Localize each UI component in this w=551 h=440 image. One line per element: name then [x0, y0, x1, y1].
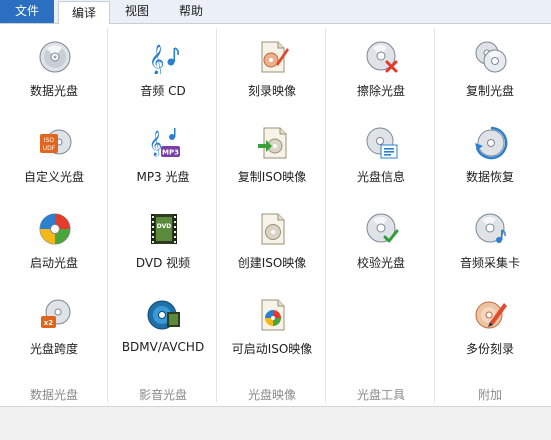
custom-disc-button[interactable]: ISO UDF 自定义光盘: [0, 110, 108, 196]
custom-disc-label: 自定义光盘: [23, 170, 84, 184]
boot-disc-button[interactable]: 启动光盘: [0, 196, 108, 282]
verify-disc-button[interactable]: 校验光盘: [327, 196, 435, 282]
audio-cd-icon: 𝄞: [149, 44, 179, 74]
group-data-disc: 数据光盘 ISO UDF 自定义光盘 启动光盘 x2 光盘跨度 数据光盘: [0, 24, 108, 406]
copy-iso-button[interactable]: 复制ISO映像: [218, 110, 326, 196]
disc-info-label: 光盘信息: [356, 170, 405, 184]
create-iso-button[interactable]: 创建ISO映像: [218, 196, 326, 282]
dvd-video-icon: DVD: [151, 214, 177, 244]
erase-disc-icon: [366, 41, 398, 73]
udf-badge-text: UDF: [43, 145, 56, 152]
mp3-disc-button[interactable]: 𝄞 MP3 MP3 光盘: [109, 110, 217, 196]
mp3-disc-label: MP3 光盘: [136, 170, 190, 184]
data-disc-label: 数据光盘: [29, 84, 78, 98]
copy-disc-icon: [475, 41, 507, 73]
copy-iso-label: 复制ISO映像: [237, 170, 307, 184]
iso-badge-text: ISO: [44, 137, 55, 144]
erase-disc-label: 擦除光盘: [356, 84, 405, 98]
dvd-video-label: DVD 视频: [135, 256, 191, 270]
disc-info-button[interactable]: 光盘信息: [327, 110, 435, 196]
bootable-iso-icon: [261, 299, 285, 331]
group-label-disc-tools: 光盘工具: [356, 388, 405, 402]
disc-spanning-label: 光盘跨度: [29, 342, 78, 356]
disc-spanning-icon: x2: [41, 299, 71, 328]
audio-grabber-label: 音频采集卡: [459, 256, 520, 270]
verify-disc-label: 校验光盘: [356, 256, 405, 270]
data-recovery-button[interactable]: 数据恢复: [436, 110, 544, 196]
svg-text:𝄞: 𝄞: [149, 130, 162, 156]
copy-disc-button[interactable]: 复制光盘: [436, 24, 544, 110]
mp3-disc-icon: 𝄞 MP3: [149, 128, 180, 157]
svg-text:𝄞: 𝄞: [149, 44, 164, 74]
tab-help[interactable]: 帮助: [166, 0, 216, 23]
data-recovery-label: 数据恢复: [465, 170, 514, 184]
group-label-data-disc: 数据光盘: [29, 388, 78, 402]
group-disc-image: 刻录映像 复制ISO映像 创建ISO映像 可启动ISO映像 光盘映像: [218, 24, 326, 406]
audio-cd-button[interactable]: 𝄞 音频 CD: [109, 24, 217, 110]
group-media-disc: 𝄞 音频 CD 𝄞 MP3 MP3 光盘 DVD DVD 视频 BDMV/AVC…: [109, 24, 217, 406]
audio-grabber-icon: [475, 213, 506, 243]
create-iso-icon: [261, 213, 285, 245]
copy-disc-label: 复制光盘: [465, 84, 514, 98]
multi-burn-label: 多份刻录: [465, 342, 514, 356]
multi-burn-button[interactable]: 多份刻录: [436, 282, 544, 368]
erase-disc-button[interactable]: 擦除光盘: [327, 24, 435, 110]
group-label-disc-image: 光盘映像: [247, 388, 296, 402]
boot-disc-label: 启动光盘: [29, 256, 78, 270]
bootable-iso-button[interactable]: 可启动ISO映像: [218, 282, 326, 368]
bootable-iso-label: 可启动ISO映像: [231, 342, 313, 356]
tab-view[interactable]: 视图: [112, 0, 162, 23]
tab-compile[interactable]: 编译: [58, 1, 110, 25]
group-disc-tools: 擦除光盘 光盘信息 校验光盘 光盘工具: [327, 24, 435, 406]
group-label-media-disc: 影音光盘: [138, 388, 187, 402]
menu-file[interactable]: 文件: [0, 0, 54, 23]
data-recovery-icon: [475, 126, 508, 160]
boot-disc-icon: [39, 213, 71, 245]
verify-disc-icon: [366, 213, 399, 243]
create-iso-label: 创建ISO映像: [237, 256, 307, 270]
group-label-extras: 附加: [477, 388, 502, 402]
ribbon-panel: 数据光盘 ISO UDF 自定义光盘 启动光盘 x2 光盘跨度 数据光盘 𝄞 音…: [0, 24, 551, 406]
bdmv-button[interactable]: BDMV/AVCHD: [109, 282, 217, 368]
data-disc-icon: [39, 41, 71, 73]
dvd-badge-text: DVD: [157, 223, 172, 230]
disc-spanning-button[interactable]: x2 光盘跨度: [0, 282, 108, 368]
copy-iso-icon: [258, 127, 287, 159]
menu-bar: 文件 编译 视图 帮助: [0, 0, 551, 25]
mp3-badge-text: MP3: [162, 149, 179, 157]
audio-cd-label: 音频 CD: [140, 84, 186, 98]
burn-image-button[interactable]: 刻录映像: [218, 24, 326, 110]
audio-grabber-button[interactable]: 音频采集卡: [436, 196, 544, 282]
bdmv-label: BDMV/AVCHD: [121, 340, 205, 354]
burn-image-icon: [261, 41, 289, 73]
iso-udf-disc-icon: ISO UDF: [40, 129, 72, 155]
status-bar: [0, 406, 551, 440]
burn-image-label: 刻录映像: [247, 84, 296, 98]
dvd-video-button[interactable]: DVD DVD 视频: [109, 196, 217, 282]
bdmv-disc-icon: [147, 300, 180, 330]
multi-burn-icon: [475, 301, 507, 329]
data-disc-button[interactable]: 数据光盘: [0, 24, 108, 110]
x2-badge-text: x2: [44, 319, 54, 327]
disc-info-icon: [366, 127, 398, 159]
group-extras: 复制光盘 数据恢复 音频采集卡 多份刻录 附加: [436, 24, 551, 406]
